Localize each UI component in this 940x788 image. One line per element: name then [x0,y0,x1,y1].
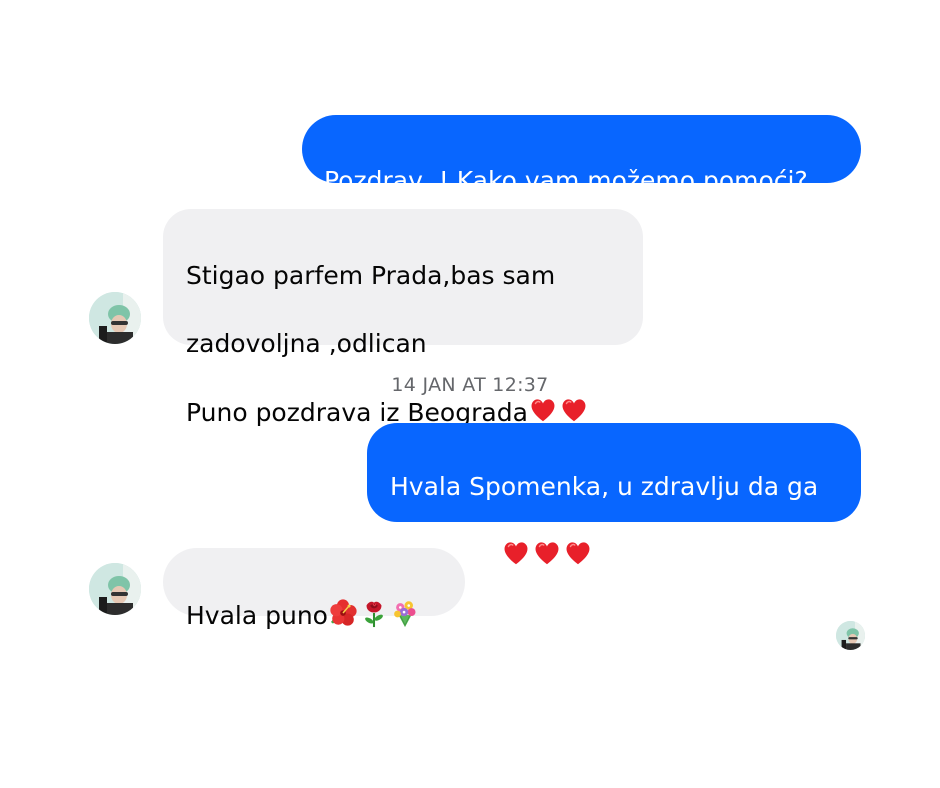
profile-photo-icon [89,292,141,344]
outgoing-message-bubble[interactable]: Hvala Spomenka, u zdravlju da ga potroši… [367,423,861,570]
red-heart-icon [559,395,589,425]
message-timestamp: 14 JAN AT 12:37 [391,374,549,396]
message-line: Stigao parfem Prada,bas sam [186,261,556,290]
incoming-message-bubble[interactable]: Hvala puno [163,548,465,630]
message-line: zadovoljna ,odlican [186,329,427,358]
hibiscus-icon [328,598,358,628]
profile-photo-icon [836,621,865,650]
red-heart-icon [528,395,558,425]
outgoing-message-bubble[interactable]: Pozdrav, ! Kako vam možemo pomoći? [302,115,861,195]
message-text: Hvala puno [186,601,328,630]
bouquet-icon [390,598,420,628]
seen-receipt-avatar [836,621,865,650]
red-heart-icon [563,538,593,568]
rose-icon [359,598,389,628]
message-text: Pozdrav, ! Kako vam možemo pomoći? [324,166,808,195]
sender-avatar[interactable] [89,292,141,344]
chat-thread: Pozdrav, ! Kako vam možemo pomoći? Stiga… [0,0,940,788]
incoming-message-bubble[interactable]: Stigao parfem Prada,bas sam zadovoljna ,… [163,209,643,427]
profile-photo-icon [89,563,141,615]
red-heart-icon [501,538,531,568]
sender-avatar[interactable] [89,563,141,615]
red-heart-icon [532,538,562,568]
message-line: Hvala Spomenka, u zdravlju da ga [390,472,819,501]
